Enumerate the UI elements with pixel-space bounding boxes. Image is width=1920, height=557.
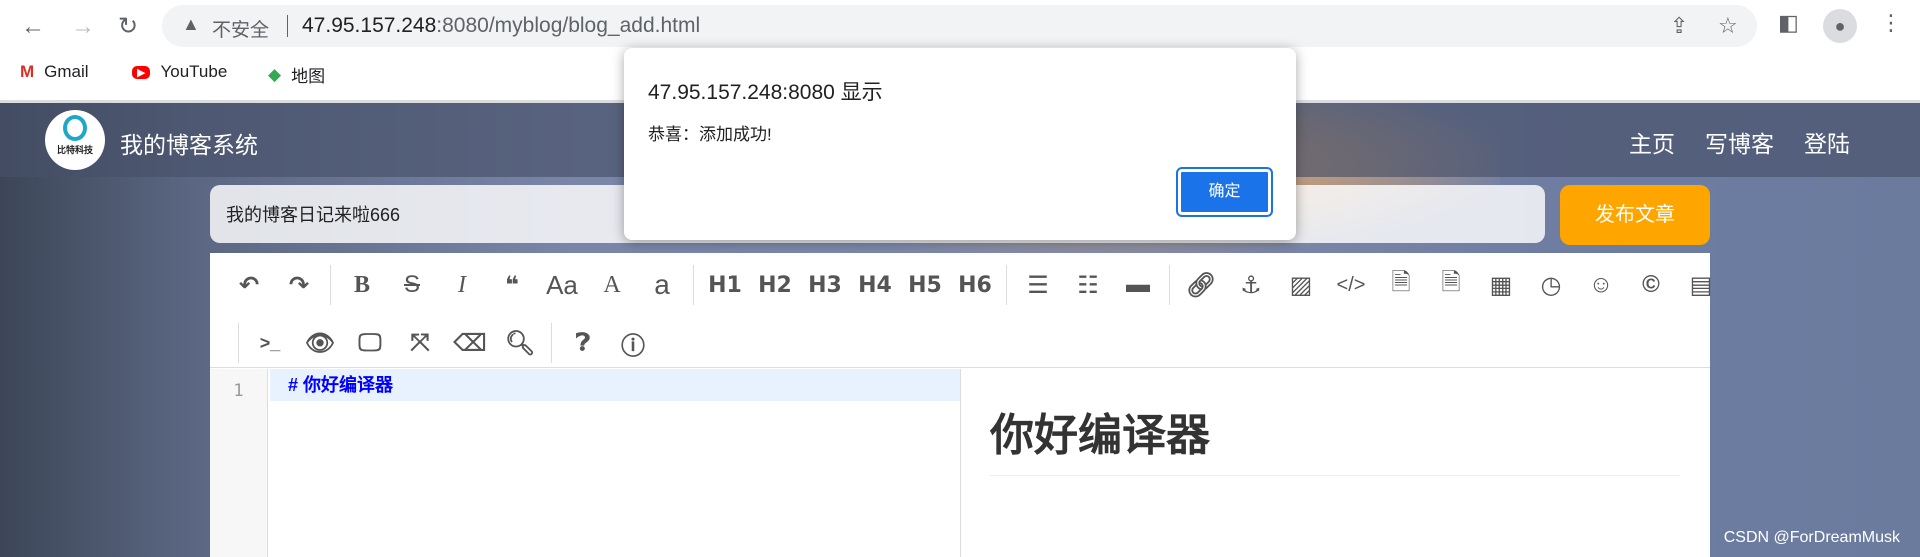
divider: [960, 369, 961, 557]
profile-avatar-icon[interactable]: ●: [1823, 9, 1857, 43]
preformatted-icon[interactable]: 🗎︎: [1426, 265, 1476, 306]
alert-dialog: 47.95.157.248:8080 显示 恭喜：添加成功! 确定: [624, 48, 1296, 240]
back-icon[interactable]: ←: [18, 12, 48, 42]
preview-heading: 你好编译器: [990, 399, 1680, 476]
info-icon[interactable]: ⓘ: [608, 326, 658, 361]
nav-login[interactable]: 登陆: [1804, 125, 1850, 159]
warning-icon: ▲: [182, 14, 200, 34]
italic-icon[interactable]: I: [437, 272, 487, 299]
h1-button[interactable]: H1: [700, 273, 750, 298]
star-icon[interactable]: ☆: [1718, 13, 1738, 39]
image-icon[interactable]: ▨: [1276, 271, 1326, 300]
horizontal-rule-icon[interactable]: ▬: [1113, 271, 1163, 299]
preview-icon[interactable]: 🖵︎: [345, 329, 395, 357]
menu-icon[interactable]: ⋮: [1880, 10, 1902, 36]
dialog-message: 恭喜：添加成功!: [648, 125, 772, 144]
bold-icon[interactable]: B: [337, 272, 387, 299]
h5-button[interactable]: H5: [900, 273, 950, 298]
anchor-icon[interactable]: ⚓︎: [1226, 271, 1276, 300]
goto-line-icon[interactable]: >_: [245, 333, 295, 354]
maps-icon: ◆: [268, 64, 282, 84]
address-bar[interactable]: ▲ 不安全 47.95.157.248:8080/myblog/blog_add…: [162, 5, 1757, 47]
h6-button[interactable]: H6: [950, 273, 1000, 298]
ucfirst-icon[interactable]: A: [587, 272, 637, 299]
nav-home[interactable]: 主页: [1629, 125, 1675, 159]
code-block-icon[interactable]: 🗎︎: [1376, 265, 1426, 306]
datetime-icon[interactable]: ◷: [1526, 271, 1576, 300]
redo-icon[interactable]: ↷: [274, 271, 324, 300]
bookmark-label: Gmail: [44, 62, 89, 81]
bookmark-label: 地图: [291, 67, 326, 86]
editor-toolbar: ↶ ↷ B S I ❝ Aa A a H1 H2 H3 H4 H5 H6 ☰ ☷…: [210, 253, 1712, 368]
lowercase-icon[interactable]: a: [637, 269, 687, 301]
h4-button[interactable]: H4: [850, 273, 900, 298]
markdown-editor: ↶ ↷ B S I ❝ Aa A a H1 H2 H3 H4 H5 H6 ☰ ☷…: [210, 253, 1712, 557]
nav-write-blog[interactable]: 写博客: [1705, 125, 1774, 159]
line-number-gutter: 1: [210, 369, 268, 557]
url-text[interactable]: 47.95.157.248:8080/myblog/blog_add.html: [302, 14, 700, 38]
table-icon[interactable]: ▦: [1476, 271, 1526, 300]
link-icon[interactable]: 🔗︎: [1176, 271, 1226, 300]
site-logo: 比特科技: [45, 110, 105, 170]
fullscreen-icon[interactable]: ⤧: [395, 329, 445, 357]
insecure-label: 不安全: [212, 20, 270, 41]
h2-button[interactable]: H2: [750, 273, 800, 298]
dialog-title: 47.95.157.248:8080 显示: [648, 81, 883, 104]
youtube-icon: ▶: [132, 65, 151, 79]
site-title: 我的博客系统: [120, 132, 258, 158]
share-icon[interactable]: ⇪: [1670, 13, 1688, 39]
html-entities-icon[interactable]: ©: [1626, 271, 1676, 299]
unordered-list-icon[interactable]: ☰: [1013, 271, 1063, 300]
quote-icon[interactable]: ❝: [487, 271, 537, 300]
code-icon[interactable]: </>: [1326, 274, 1376, 297]
h3-button[interactable]: H3: [800, 273, 850, 298]
clear-icon[interactable]: ⌫: [445, 329, 495, 358]
emoji-icon[interactable]: ☺: [1576, 271, 1626, 299]
uppercase-icon[interactable]: Aa: [537, 270, 587, 301]
preview-pane: 你好编译器: [990, 369, 1680, 476]
divider: [287, 15, 288, 37]
publish-button[interactable]: 发布文章: [1560, 185, 1710, 245]
forward-icon[interactable]: →: [68, 12, 98, 42]
gmail-icon: M: [20, 62, 35, 81]
code-area[interactable]: # 你好编译器: [270, 369, 960, 557]
bookmark-youtube[interactable]: ▶ YouTube: [132, 62, 227, 82]
watch-toggle-icon[interactable]: 👁︎: [295, 329, 345, 358]
reload-icon[interactable]: ↻: [113, 12, 143, 42]
side-panel-icon[interactable]: ◧: [1778, 10, 1799, 36]
search-icon[interactable]: 🔍︎: [495, 329, 545, 358]
watermark: CSDN @ForDreamMusk: [1723, 529, 1900, 546]
ok-button[interactable]: 确定: [1176, 167, 1273, 217]
bookmark-label: YouTube: [160, 62, 228, 81]
strikethrough-icon[interactable]: S: [387, 271, 437, 299]
help-icon[interactable]: ❓︎: [558, 329, 608, 357]
bookmark-gmail[interactable]: M Gmail: [20, 62, 89, 82]
undo-icon[interactable]: ↶: [224, 271, 274, 300]
bookmark-maps[interactable]: ◆ 地图: [268, 62, 325, 87]
ordered-list-icon[interactable]: ☷: [1063, 271, 1113, 300]
code-line[interactable]: # 你好编译器: [270, 369, 960, 401]
pagebreak-icon[interactable]: ▤: [1676, 271, 1726, 300]
